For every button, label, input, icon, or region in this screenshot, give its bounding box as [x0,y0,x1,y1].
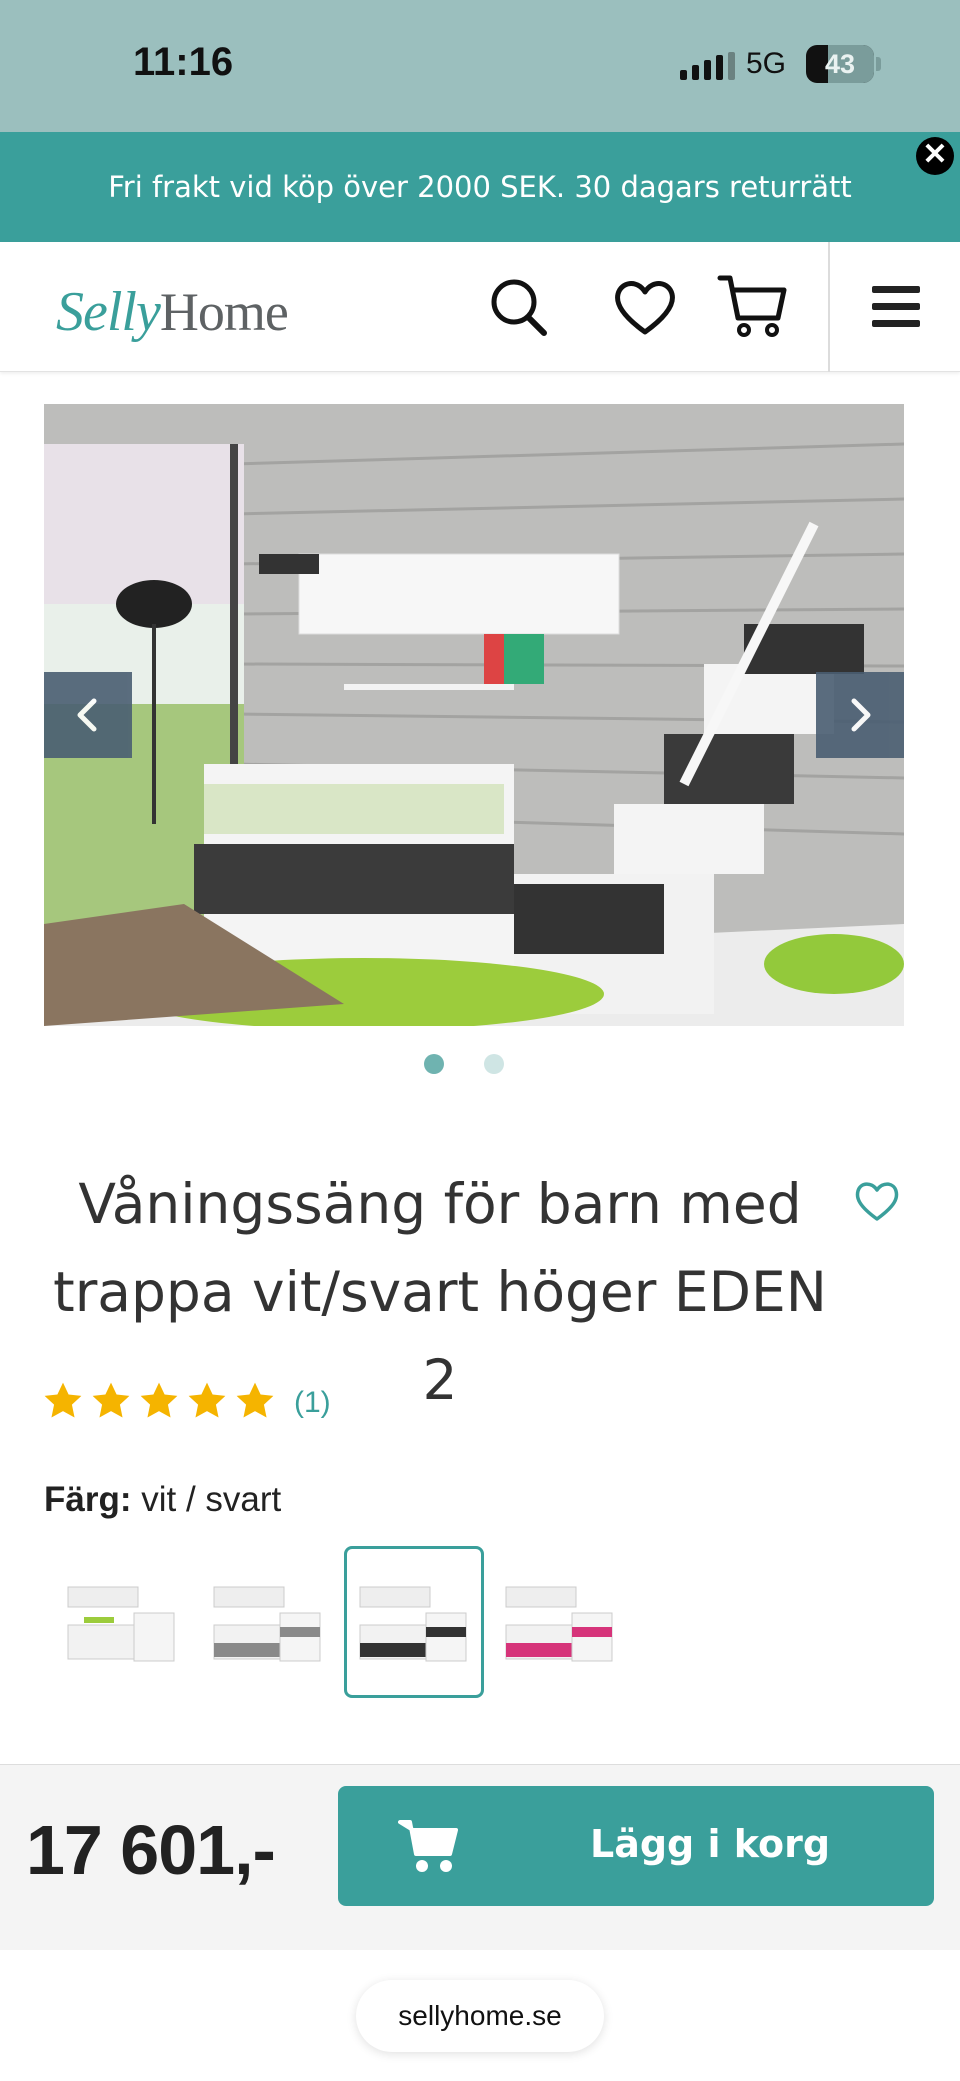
add-to-cart-button[interactable]: Lägg i korg [338,1786,934,1906]
site-logo[interactable]: SellyHome [56,280,289,344]
battery-icon: 43 [806,45,874,83]
clock: 11:16 [133,40,234,84]
color-swatch-black[interactable] [344,1546,484,1698]
product-image-carousel[interactable] [44,404,904,1026]
color-label: Färg: vit / svart [44,1480,281,1520]
chevron-right-icon [851,698,871,732]
network-type: 5G [746,47,787,80]
status-bar: 11:16 5G 43 [0,0,960,132]
menu-icon[interactable] [864,272,934,342]
promo-banner: Fri frakt vid köp över 2000 SEK. 30 daga… [0,132,960,242]
address-bar[interactable]: sellyhome.se [356,1980,604,2052]
logo-script: Selly [56,281,161,343]
header-divider [828,242,830,372]
close-icon[interactable]: ✕ [916,137,954,175]
carousel-dot-active[interactable] [424,1054,444,1074]
carousel-next-button[interactable] [816,672,904,758]
star-icon [44,1382,82,1418]
color-label-key: Färg: [44,1480,132,1519]
star-icon [188,1382,226,1418]
color-swatch-grey[interactable] [198,1546,338,1698]
review-count[interactable]: (1) [294,1386,331,1420]
carousel-dot[interactable] [484,1054,504,1074]
color-value: vit / svart [141,1480,282,1519]
star-icon [92,1382,130,1418]
product-price: 17 601,- [26,1811,276,1889]
promo-text: Fri frakt vid köp över 2000 SEK. 30 daga… [108,170,852,204]
logo-word: Home [159,282,289,342]
star-icon [236,1382,274,1418]
rating-stars[interactable] [42,1380,276,1422]
add-to-cart-label: Lägg i korg [590,1822,831,1866]
color-swatch-white[interactable] [52,1546,192,1698]
chevron-left-icon [77,698,97,732]
battery-level: 43 [824,49,856,79]
wishlist-heart-icon[interactable] [852,1176,902,1226]
product-image [44,404,904,1026]
star-icon [140,1382,178,1418]
color-swatch-pink[interactable] [490,1546,630,1698]
cart-icon[interactable] [716,272,792,342]
site-header: SellyHome [0,242,960,372]
heart-icon[interactable] [610,272,680,342]
search-icon[interactable] [484,272,554,342]
battery-tip [876,57,881,71]
color-swatches [52,1546,630,1698]
carousel-prev-button[interactable] [44,672,132,758]
signal-icon [680,52,735,80]
carousel-dots [424,1054,504,1074]
cart-icon [398,1820,458,1872]
